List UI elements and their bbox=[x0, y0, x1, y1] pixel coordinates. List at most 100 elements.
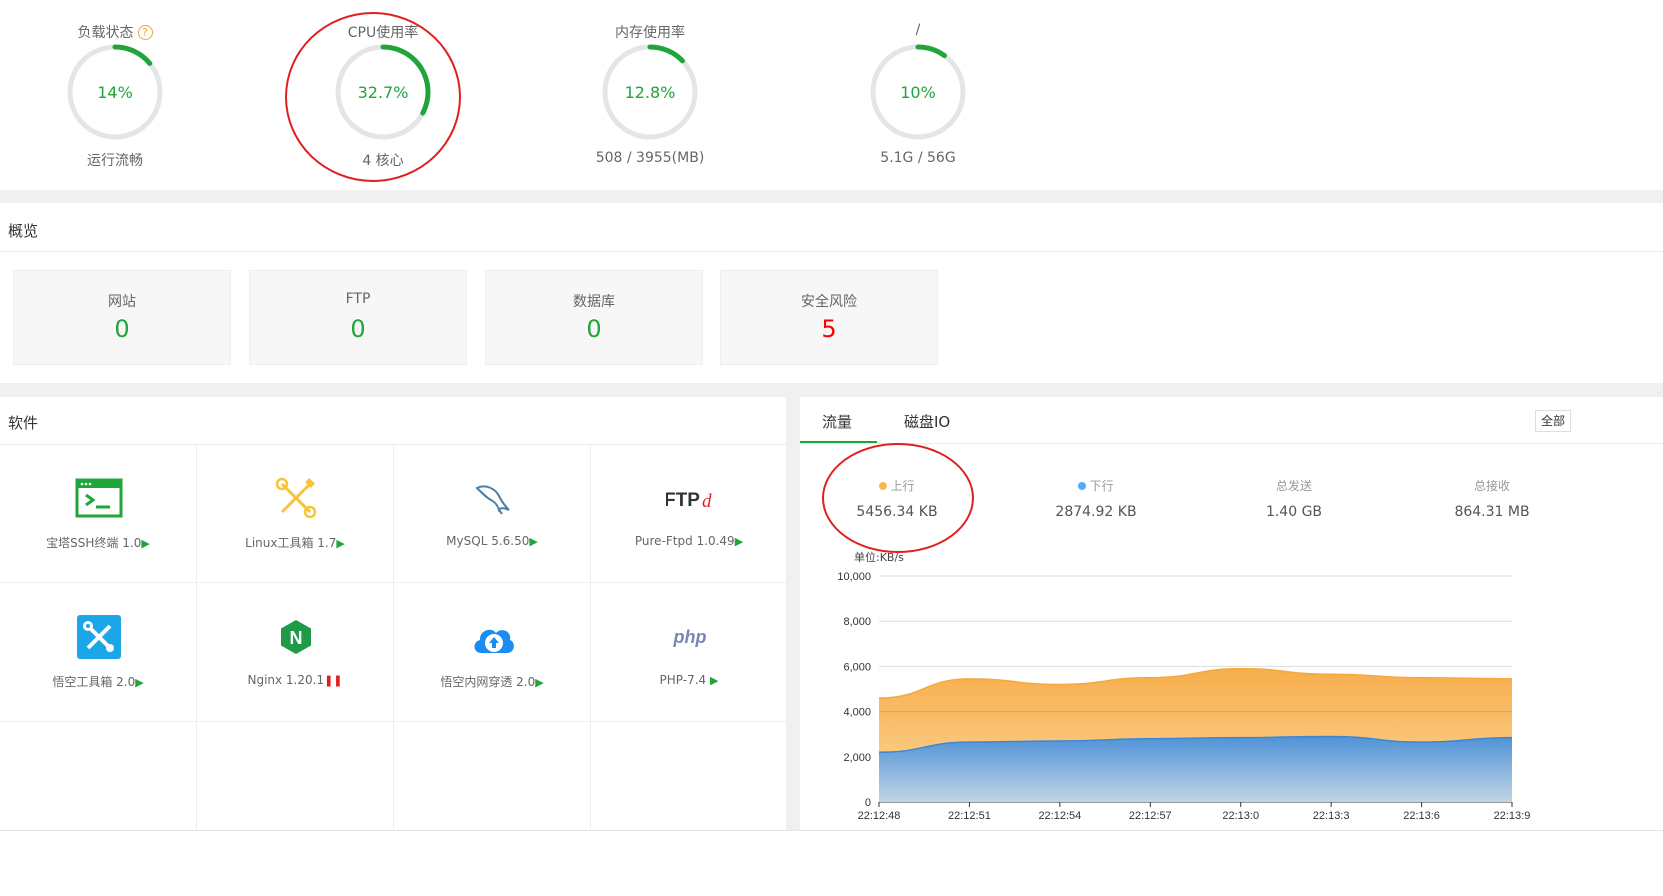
x-tick-label: 22:13:0 bbox=[1222, 810, 1259, 822]
stat-total-sent: 总发送 1.40 GB bbox=[1204, 477, 1384, 520]
help-icon[interactable]: ? bbox=[137, 25, 153, 40]
gauge-title: CPU使用率 bbox=[347, 25, 419, 41]
y-tick-label: 4,000 bbox=[843, 707, 871, 719]
card-label: 数据库 bbox=[573, 294, 615, 310]
mysql-dolphin-icon bbox=[475, 485, 510, 515]
overview-card-ftp[interactable]: FTP 0 bbox=[249, 270, 467, 365]
x-tick-label: 22:12:51 bbox=[948, 810, 991, 822]
section-title: 概览 bbox=[8, 222, 39, 240]
software-name: MySQL 5.6.50 bbox=[446, 534, 530, 548]
card-count[interactable]: 0 bbox=[486, 315, 702, 343]
stat-label: 总发送 bbox=[1275, 479, 1312, 493]
software-name: 宝塔SSH终端 1.0 bbox=[46, 536, 142, 550]
series-download-area bbox=[879, 736, 1512, 802]
x-tick-label: 22:12:54 bbox=[1038, 810, 1081, 822]
x-tick-label: 22:13:9 bbox=[1494, 810, 1531, 822]
tools-icon bbox=[275, 477, 317, 519]
stat-value: 5456.34 KB bbox=[856, 504, 938, 520]
software-item-wukong-tunnel[interactable]: 悟空内网穿透 2.0▶ bbox=[394, 583, 591, 722]
overview-card-sites[interactable]: 网站 0 bbox=[13, 270, 231, 365]
stat-label: 上行 bbox=[890, 479, 915, 493]
ftpd-icon: FTP d bbox=[666, 490, 712, 512]
section-title: 软件 bbox=[8, 414, 39, 432]
tab-traffic[interactable]: 流量 bbox=[822, 411, 852, 432]
svg-text:d: d bbox=[702, 491, 712, 512]
y-tick-label: 0 bbox=[865, 797, 871, 809]
software-item-php[interactable]: php PHP-7.4 ▶ bbox=[591, 583, 788, 722]
gauge-title: 内存使用率 bbox=[615, 25, 685, 41]
cloud-upload-icon bbox=[474, 629, 514, 653]
tab-disk-io[interactable]: 磁盘IO bbox=[904, 411, 950, 432]
gauge-value: 12.8% bbox=[624, 83, 676, 102]
y-tick-label: 2,000 bbox=[843, 752, 871, 764]
all-interfaces-select[interactable]: 全部 bbox=[1535, 410, 1571, 432]
divider bbox=[0, 251, 1663, 252]
stat-value: 2874.92 KB bbox=[1055, 504, 1137, 520]
download-dot-icon bbox=[1078, 482, 1087, 490]
card-label: 网站 bbox=[108, 294, 136, 310]
terminal-icon bbox=[75, 478, 123, 518]
wrench-icon bbox=[77, 615, 121, 659]
stat-download: 下行 2874.92 KB bbox=[1006, 477, 1186, 520]
traffic-panel: 流量 磁盘IO 全部 上行 5456.34 KB 下行 2874.92 KB 总… bbox=[800, 397, 1663, 896]
gauge-title: / bbox=[915, 22, 921, 38]
play-icon[interactable]: ▶ bbox=[735, 535, 743, 548]
stat-label: 总接收 bbox=[1473, 479, 1510, 493]
cpu-gauge[interactable]: CPU使用率 32.7% 4 核心 bbox=[283, 0, 483, 190]
svg-text:FTP: FTP bbox=[666, 490, 700, 511]
gauge-subtitle: 5.1G / 56G bbox=[880, 150, 956, 166]
card-label: 安全风险 bbox=[801, 294, 857, 310]
stat-label: 下行 bbox=[1089, 479, 1114, 493]
x-tick-label: 22:12:48 bbox=[858, 810, 901, 822]
software-name: Linux工具箱 1.7 bbox=[245, 536, 337, 550]
php-icon: php bbox=[673, 627, 707, 647]
x-tick-label: 22:13:3 bbox=[1313, 810, 1350, 822]
stat-value: 1.40 GB bbox=[1265, 504, 1323, 520]
card-label: FTP bbox=[345, 291, 371, 307]
disk-gauge[interactable]: / 10% 5.1G / 56G bbox=[818, 0, 1018, 190]
play-icon[interactable]: ▶ bbox=[529, 535, 537, 548]
card-count[interactable]: 0 bbox=[250, 315, 466, 343]
memory-gauge[interactable]: 内存使用率 12.8% 508 / 3955(MB) bbox=[550, 0, 750, 190]
overview-panel: 概览 网站 0 FTP 0 数据库 0 安全风险 5 bbox=[0, 203, 1663, 383]
traffic-chart[interactable]: 0 2,000 4,000 6,000 8,000 10,000 22:12:48 22:12… bbox=[800, 562, 1550, 824]
gauge-value: 10% bbox=[900, 83, 936, 102]
software-panel: 软件 宝塔SSH终端 1.0▶ Linux工具箱 1.7▶ MySQL 5.6.… bbox=[0, 397, 788, 896]
software-item-ssh-terminal[interactable]: 宝塔SSH终端 1.0▶ bbox=[0, 444, 197, 583]
x-tick-label: 22:12:57 bbox=[1129, 810, 1172, 822]
y-tick-label: 6,000 bbox=[843, 661, 871, 673]
gauge-subtitle: 508 / 3955(MB) bbox=[595, 150, 705, 166]
stat-total-received: 总接收 864.31 MB bbox=[1402, 477, 1582, 520]
x-tick-label: 22:13:6 bbox=[1403, 810, 1440, 822]
gauge-value: 14% bbox=[97, 83, 133, 102]
card-count[interactable]: 5 bbox=[721, 315, 937, 343]
gauge-subtitle: 4 核心 bbox=[362, 153, 404, 169]
software-name: Pure-Ftpd 1.0.49 bbox=[634, 534, 735, 548]
software-item-nginx[interactable]: N Nginx 1.20.1❚❚ bbox=[197, 583, 394, 722]
status-panel: 负载状态? 14% 运行流畅 CPU使用率 32.7% 4 核心 内存使用率 1… bbox=[0, 0, 1663, 190]
svg-text:N: N bbox=[290, 628, 303, 648]
software-item-linux-toolbox[interactable]: Linux工具箱 1.7▶ bbox=[197, 444, 394, 583]
software-name: 悟空内网穿透 2.0 bbox=[440, 675, 536, 689]
play-icon[interactable]: ▶ bbox=[535, 676, 543, 689]
load-gauge[interactable]: 负载状态? 14% 运行流畅 bbox=[15, 0, 215, 190]
overview-card-security[interactable]: 安全风险 5 bbox=[720, 270, 938, 365]
play-icon[interactable]: ▶ bbox=[710, 674, 718, 687]
software-name: 悟空工具箱 2.0 bbox=[52, 675, 136, 689]
software-item-mysql[interactable]: MySQL 5.6.50▶ bbox=[394, 444, 591, 583]
play-icon[interactable]: ▶ bbox=[135, 676, 143, 689]
software-item-wukong-toolbox[interactable]: 悟空工具箱 2.0▶ bbox=[0, 583, 197, 722]
software-item-pure-ftpd[interactable]: FTP d Pure-Ftpd 1.0.49▶ bbox=[591, 444, 788, 583]
overview-card-database[interactable]: 数据库 0 bbox=[485, 270, 703, 365]
play-icon[interactable]: ▶ bbox=[141, 537, 149, 550]
upload-dot-icon bbox=[879, 482, 888, 490]
gauge-value: 32.7% bbox=[357, 83, 409, 102]
nginx-icon: N bbox=[281, 620, 311, 654]
play-icon[interactable]: ▶ bbox=[336, 537, 344, 550]
divider bbox=[800, 443, 1663, 444]
stopped-icon[interactable]: ❚❚ bbox=[324, 674, 342, 687]
status-bar bbox=[0, 830, 1663, 896]
gauge-title: 负载状态 bbox=[77, 25, 134, 41]
y-tick-label: 8,000 bbox=[843, 616, 871, 628]
card-count[interactable]: 0 bbox=[14, 315, 230, 343]
